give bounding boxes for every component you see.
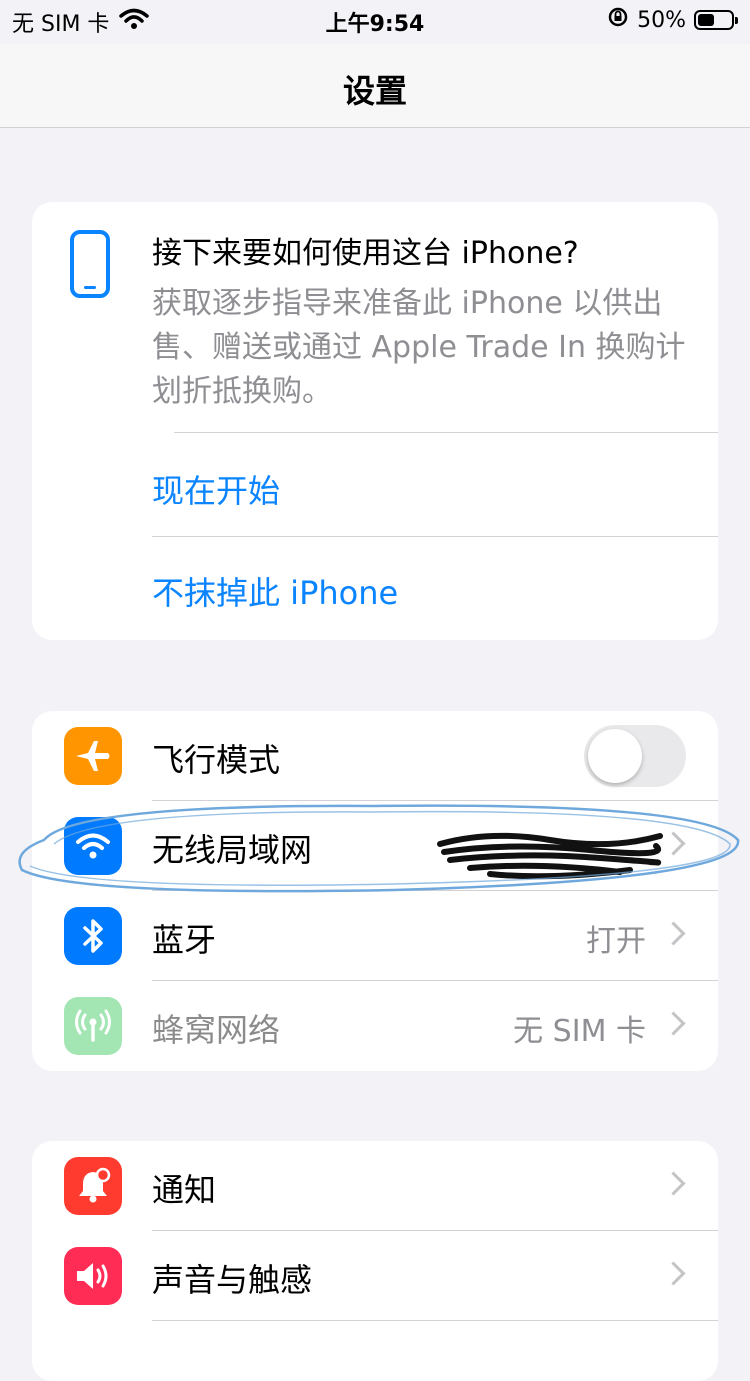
- cellular-label: 蜂窝网络: [152, 1011, 281, 1049]
- rotation-lock-icon: [607, 6, 629, 34]
- divider: [174, 432, 718, 433]
- chevron-right-icon: [661, 1011, 686, 1036]
- wifi-label: 无线局域网: [152, 831, 313, 869]
- cellular-value: 无 SIM 卡: [513, 1014, 646, 1049]
- sounds-row[interactable]: 声音与触感: [32, 1231, 718, 1321]
- antenna-icon: [64, 997, 122, 1055]
- cellular-row[interactable]: 蜂窝网络 无 SIM 卡: [32, 981, 718, 1071]
- iphone-usage-card: 接下来要如何使用这台 iPhone? 获取逐步指导来准备此 iPhone 以供出…: [32, 202, 718, 640]
- wifi-icon: [64, 817, 122, 875]
- notifications-label: 通知: [152, 1171, 217, 1209]
- wifi-row[interactable]: 无线局域网: [32, 801, 718, 891]
- battery-level: [698, 14, 714, 26]
- chevron-right-icon: [661, 1261, 686, 1286]
- get-started-link[interactable]: 现在开始: [152, 466, 280, 512]
- general-group: 通知 声音与触感: [32, 1141, 718, 1381]
- chevron-right-icon: [661, 831, 686, 856]
- divider: [152, 536, 718, 537]
- bluetooth-label: 蓝牙: [152, 921, 217, 959]
- sounds-label: 声音与触感: [152, 1261, 313, 1299]
- promo-title: 接下来要如何使用这台 iPhone?: [152, 236, 579, 271]
- page-title: 设置: [342, 72, 407, 110]
- status-bar: 无 SIM 卡 上午9:54 50%: [0, 0, 750, 44]
- chevron-right-icon: [661, 921, 686, 946]
- bluetooth-value: 打开: [586, 924, 646, 959]
- speaker-icon: [64, 1247, 122, 1305]
- airplane-mode-toggle[interactable]: [584, 725, 686, 787]
- keep-iphone-link[interactable]: 不抹掉此 iPhone: [152, 568, 398, 614]
- promo-description: 获取逐步指导来准备此 iPhone 以供出售、赠送或通过 Apple Trade…: [152, 286, 686, 409]
- chevron-right-icon: [661, 1171, 686, 1196]
- bluetooth-row[interactable]: 蓝牙 打开: [32, 891, 718, 981]
- battery-percent: 50%: [637, 7, 686, 33]
- battery-icon: [694, 10, 738, 30]
- iphone-icon: [70, 230, 110, 298]
- divider: [152, 1320, 718, 1321]
- toggle-knob: [588, 729, 642, 783]
- navigation-bar: 设置: [0, 44, 750, 128]
- airplane-mode-row[interactable]: 飞行模式: [32, 711, 718, 801]
- bluetooth-icon: [64, 907, 122, 965]
- connectivity-group: 飞行模式 无线局域网 蓝牙 打开 蜂窝网络 无 SIM 卡: [32, 711, 718, 1071]
- airplane-icon: [64, 727, 122, 785]
- status-right: 50%: [607, 6, 738, 34]
- notifications-row[interactable]: 通知: [32, 1141, 718, 1231]
- airplane-mode-label: 飞行模式: [152, 741, 281, 779]
- bell-icon: [64, 1157, 122, 1215]
